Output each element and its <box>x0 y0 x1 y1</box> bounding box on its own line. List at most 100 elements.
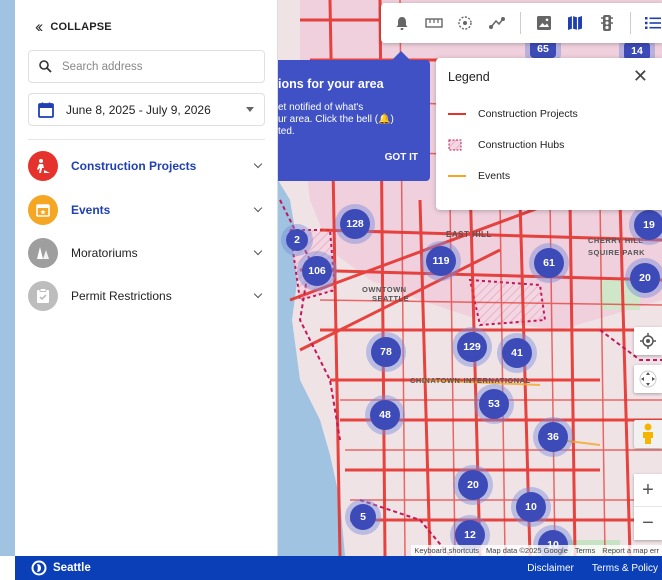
chevron-down-icon <box>253 203 263 213</box>
seattle-seal-icon <box>31 560 47 576</box>
layer-permit-restrictions[interactable]: Permit Restrictions <box>28 279 265 313</box>
satellite-view-button[interactable] <box>535 14 553 32</box>
map-label-seattle: SEATTLE <box>372 294 410 303</box>
cluster-marker[interactable]: 61 <box>534 248 564 278</box>
pan-control-button[interactable] <box>634 365 662 393</box>
image-icon <box>536 16 551 30</box>
seattle-logo[interactable]: Seattle <box>31 560 91 576</box>
legend-toggle-button[interactable] <box>645 14 662 32</box>
pegman-icon <box>643 423 653 444</box>
toolbar-divider <box>629 12 631 34</box>
traffic-button[interactable] <box>598 14 616 32</box>
close-icon[interactable]: ✕ <box>633 67 648 85</box>
cluster-marker[interactable]: 10 <box>516 492 546 522</box>
zoom-control: + − <box>634 474 662 540</box>
my-location-button[interactable] <box>634 327 662 355</box>
cluster-marker[interactable]: 129 <box>457 332 487 362</box>
caret-down-icon <box>246 107 254 112</box>
zoom-in-button[interactable]: + <box>634 474 662 507</box>
radius-icon <box>458 16 472 30</box>
cluster-marker[interactable]: 2 <box>286 229 308 251</box>
chevron-down-icon <box>253 246 263 256</box>
cluster-marker[interactable]: 36 <box>538 422 568 452</box>
layer-events[interactable]: Events <box>28 193 265 227</box>
cluster-marker[interactable]: 53 <box>479 389 509 419</box>
terms-link[interactable]: Terms <box>575 546 595 555</box>
list-icon <box>645 17 662 29</box>
layer-label: Permit Restrictions <box>71 289 172 303</box>
crosshair-icon <box>640 333 656 349</box>
got-it-button[interactable]: GOT IT <box>385 152 418 163</box>
terms-policy-link[interactable]: Terms & Policy <box>592 563 658 574</box>
calendar-icon <box>38 102 54 118</box>
cones-icon <box>28 238 58 268</box>
ruler-icon <box>424 18 443 28</box>
construction-worker-icon <box>28 151 58 181</box>
layer-label: Events <box>71 203 111 217</box>
search-input[interactable] <box>62 60 242 73</box>
bell-button[interactable] <box>393 14 411 32</box>
pan-arrows-icon <box>639 370 657 388</box>
legend-title: Legend <box>448 70 490 84</box>
map-label-chinatown: CHINATOWN-INTERNATIONAL <box>410 376 531 385</box>
legend-item-label: Construction Projects <box>478 108 578 120</box>
date-range-value: June 8, 2025 - July 9, 2026 <box>66 102 211 117</box>
line-swatch-icon <box>448 170 466 182</box>
map-label-east-hill: EAST HILL <box>446 230 492 239</box>
traffic-light-icon <box>600 15 613 31</box>
cluster-marker[interactable]: 20 <box>458 470 488 500</box>
map-icon <box>568 16 583 30</box>
legend-item-label: Construction Hubs <box>478 139 565 151</box>
cluster-marker[interactable]: 41 <box>502 338 532 368</box>
cluster-marker[interactable]: 128 <box>340 209 370 239</box>
legend-item: Construction Hubs <box>448 139 564 151</box>
keyboard-shortcuts-link[interactable]: Keyboard shortcuts <box>414 546 479 555</box>
chevron-down-icon <box>253 159 263 169</box>
brand-name: Seattle <box>53 562 91 574</box>
legend-panel: Legend ✕ Construction Projects Construct… <box>436 58 662 210</box>
notification-popup: ions for your area et notified of what's… <box>278 51 430 181</box>
cluster-marker[interactable]: 19 <box>634 210 662 240</box>
layer-moratoriums[interactable]: Moratoriums <box>28 236 265 270</box>
toolbar-divider <box>520 12 521 34</box>
cluster-marker[interactable]: 106 <box>302 256 332 286</box>
measure-button[interactable] <box>424 14 443 32</box>
radius-button[interactable] <box>457 14 475 32</box>
map-label-cherry-hill: CHERRY HILL <box>588 236 644 245</box>
bell-icon <box>396 16 408 30</box>
layer-construction-projects[interactable]: Construction Projects <box>28 149 265 183</box>
legend-item: Events <box>448 170 510 182</box>
cluster-marker[interactable]: 20 <box>630 263 660 293</box>
cluster-marker[interactable]: 5 <box>350 504 376 530</box>
calendar-star-icon <box>28 195 58 225</box>
date-range-picker[interactable]: June 8, 2025 - July 9, 2026 <box>28 93 265 126</box>
map-toolbar <box>381 3 662 43</box>
cluster-marker[interactable]: 78 <box>371 337 401 367</box>
route-icon <box>489 17 506 29</box>
footer-links: Disclaimer Terms & Policy <box>527 563 658 574</box>
street-view-button[interactable] <box>634 420 662 448</box>
legend-item-label: Events <box>478 170 511 182</box>
map-attribution: Keyboard shortcuts Map data ©2025 Google… <box>411 545 662 556</box>
zoom-out-button[interactable]: − <box>634 507 662 540</box>
report-error-link[interactable]: Report a map err <box>602 546 659 555</box>
sidebar: ‹‹ COLLAPSE June 8, 2025 - July 9, 2026 … <box>15 0 278 556</box>
cluster-marker[interactable]: 48 <box>370 400 400 430</box>
route-button[interactable] <box>488 14 506 32</box>
notification-body: et notified of what's ur area. Click the… <box>278 102 394 137</box>
search-icon <box>39 60 52 73</box>
layer-label: Construction Projects <box>71 159 197 173</box>
notification-title: ions for your area <box>278 77 384 91</box>
disclaimer-link[interactable]: Disclaimer <box>527 563 574 574</box>
chevron-down-icon <box>253 289 263 299</box>
double-chevron-left-icon: ‹‹ <box>35 17 44 36</box>
map-data-credit: Map data ©2025 Google <box>486 546 568 555</box>
footer-bar: Seattle Disclaimer Terms & Policy <box>15 556 662 580</box>
cluster-marker[interactable]: 119 <box>426 246 456 276</box>
map-view-button[interactable] <box>567 14 585 32</box>
hatch-swatch-icon <box>448 139 466 151</box>
sidebar-divider <box>28 139 265 140</box>
collapse-label: COLLAPSE <box>50 20 112 33</box>
line-swatch-icon <box>448 108 466 120</box>
collapse-button[interactable]: ‹‹ COLLAPSE <box>35 18 112 35</box>
